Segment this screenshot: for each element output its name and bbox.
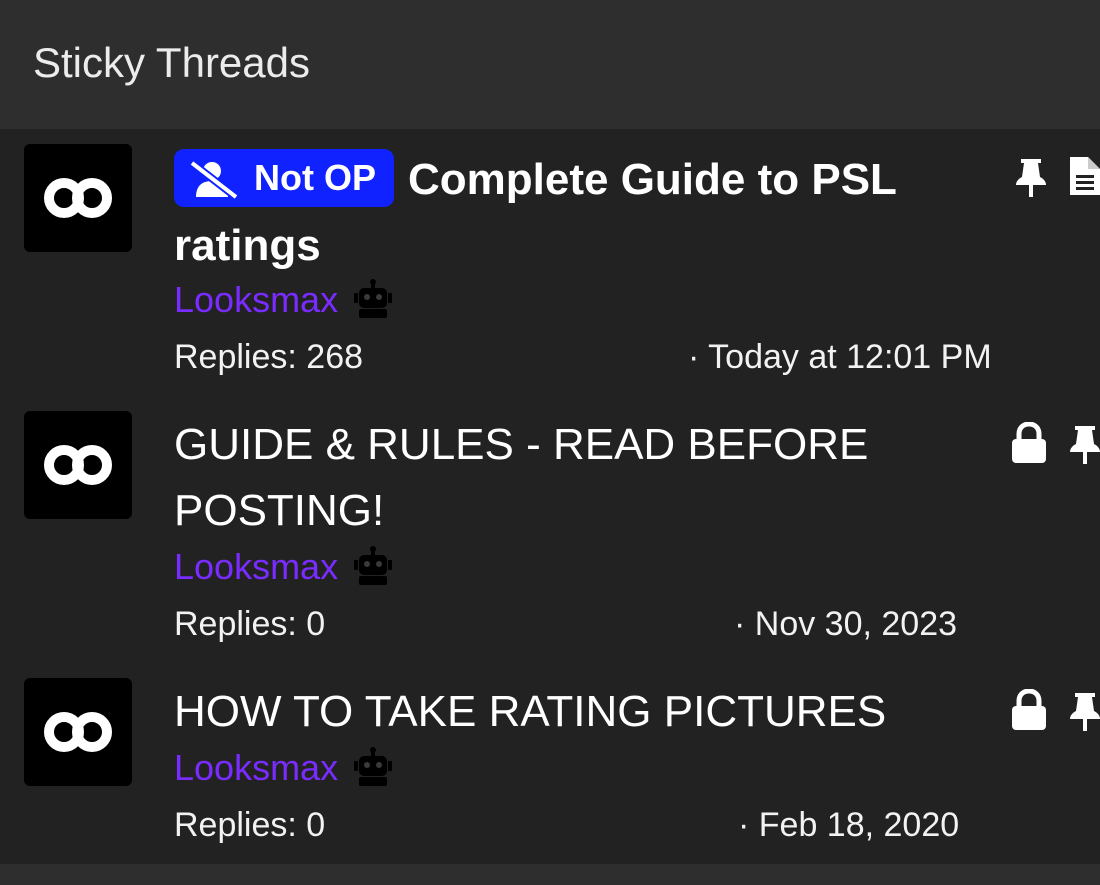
thread-item[interactable]: GUIDE & RULES - READ BEFORE POSTING! Loo… [0,396,1100,658]
prefix-label: Not OP [254,157,376,199]
section-title: Sticky Threads [33,39,310,86]
prefix-badge[interactable]: Not OP [174,149,394,208]
author-name[interactable]: Looksmax [174,278,338,322]
section-header: Sticky Threads [0,0,1100,129]
avatar[interactable] [24,678,132,786]
thread-title-line1: HOW TO TAKE RATING PICTURES [174,687,887,736]
thread-author[interactable]: Looksmax [174,545,414,589]
avatar[interactable] [24,144,132,252]
thread-item[interactable]: Not OP Complete Guide to PSL ratings Loo… [0,129,1100,391]
lock-icon [1012,689,1046,730]
document-icon [1070,157,1100,195]
thread-title-line2: ratings [174,221,321,270]
infinity-logo-icon [44,445,112,485]
avatar[interactable] [24,411,132,519]
last-post-date[interactable]: · Feb 18, 2020 [738,805,959,845]
pin-icon [1070,426,1100,464]
list-footer [0,864,1100,885]
robot-icon [354,546,392,585]
infinity-logo-icon [44,712,112,752]
reply-count: Replies: 0 [174,806,326,844]
infinity-logo-icon [44,178,112,218]
thread-author[interactable]: Looksmax [174,278,414,322]
sticky-thread-list: Not OP Complete Guide to PSL ratings Loo… [0,129,1100,864]
thread-title-line1: Complete Guide to PSL [408,155,897,204]
thread-title[interactable]: Not OP Complete Guide to PSL ratings [174,147,974,279]
page: Sticky Threads Not OP Complete Guide to … [0,0,1100,885]
lock-icon [1012,422,1046,463]
thread-title-line2: POSTING! [174,486,385,535]
robot-icon [354,747,392,786]
pin-icon [1016,159,1046,197]
user-slash-icon [189,160,239,200]
thread-item[interactable]: HOW TO TAKE RATING PICTURES Looksmax Rep… [0,663,1100,863]
robot-icon [354,279,392,318]
thread-title-line1: GUIDE & RULES - READ BEFORE [174,420,869,469]
last-post-date[interactable]: · Today at 12:01 PM [688,337,992,377]
thread-title[interactable]: HOW TO TAKE RATING PICTURES [174,679,974,745]
reply-count: Replies: 0 [174,605,326,643]
pin-icon [1070,693,1100,731]
reply-count: Replies: 268 [174,338,364,376]
author-name[interactable]: Looksmax [174,545,338,589]
last-post-date[interactable]: · Nov 30, 2023 [734,604,957,644]
author-name[interactable]: Looksmax [174,746,338,790]
thread-author[interactable]: Looksmax [174,746,414,790]
thread-title[interactable]: GUIDE & RULES - READ BEFORE POSTING! [174,412,974,544]
